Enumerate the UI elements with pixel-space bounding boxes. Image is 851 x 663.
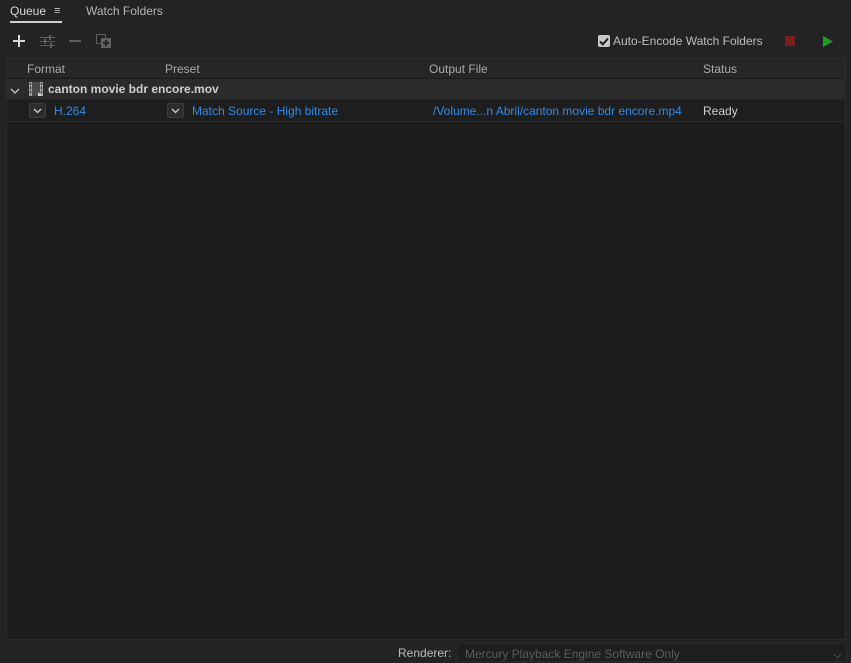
- panel-tab-bar: Queue ≡ Watch Folders: [0, 0, 851, 25]
- column-header-format[interactable]: Format: [27, 62, 65, 76]
- preset-dropdown-button[interactable]: [167, 103, 184, 118]
- chevron-down-icon[interactable]: [10, 84, 20, 98]
- export-settings-button[interactable]: [38, 32, 56, 50]
- chevron-down-icon: [833, 648, 842, 662]
- stop-icon: [785, 36, 795, 46]
- auto-encode-toggle[interactable]: Auto-Encode Watch Folders: [598, 33, 763, 49]
- auto-encode-label: Auto-Encode Watch Folders: [613, 34, 763, 48]
- play-icon: [823, 35, 833, 47]
- minus-icon: [69, 35, 81, 47]
- queue-panel: Format Preset Output File Status canton …: [6, 58, 846, 640]
- remove-button[interactable]: [66, 32, 84, 50]
- format-link[interactable]: H.264: [54, 104, 86, 118]
- tab-queue-label: Queue: [10, 4, 47, 18]
- sliders-icon: [39, 34, 55, 48]
- duplicate-icon: [95, 34, 111, 48]
- film-icon: [29, 82, 43, 99]
- renderer-bar: Renderer: Mercury Playback Engine Softwa…: [0, 641, 851, 663]
- start-queue-button[interactable]: [819, 32, 837, 50]
- status-text: Ready: [703, 104, 738, 118]
- renderer-select[interactable]: Mercury Playback Engine Software Only: [457, 643, 847, 662]
- column-header-preset[interactable]: Preset: [165, 62, 200, 76]
- auto-encode-checkbox[interactable]: [598, 35, 610, 47]
- format-dropdown-button[interactable]: [29, 103, 46, 118]
- source-file-name: canton movie bdr encore.mov: [48, 82, 219, 96]
- panel-menu-icon[interactable]: ≡: [54, 3, 60, 20]
- duplicate-button[interactable]: [94, 32, 112, 50]
- tab-watch-folders[interactable]: Watch Folders: [86, 3, 163, 23]
- renderer-label: Renderer:: [398, 646, 452, 660]
- stop-queue-button[interactable]: [781, 32, 799, 50]
- queue-output-row[interactable]: H.264 Match Source - High bitrate /Volum…: [7, 100, 845, 122]
- preset-link[interactable]: Match Source - High bitrate: [192, 104, 338, 118]
- column-header-row: Format Preset Output File Status: [7, 59, 845, 79]
- plus-icon: [13, 35, 25, 47]
- column-header-status[interactable]: Status: [703, 62, 737, 76]
- output-file-link[interactable]: /Volume...n Abril/canton movie bdr encor…: [433, 104, 682, 118]
- add-source-button[interactable]: [10, 32, 28, 50]
- column-header-output-file[interactable]: Output File: [429, 62, 488, 76]
- queue-source-row[interactable]: canton movie bdr encore.mov: [7, 79, 845, 100]
- tab-queue[interactable]: Queue ≡: [10, 3, 63, 23]
- renderer-value: Mercury Playback Engine Software Only: [465, 647, 680, 661]
- queue-toolbar: Auto-Encode Watch Folders: [0, 28, 851, 54]
